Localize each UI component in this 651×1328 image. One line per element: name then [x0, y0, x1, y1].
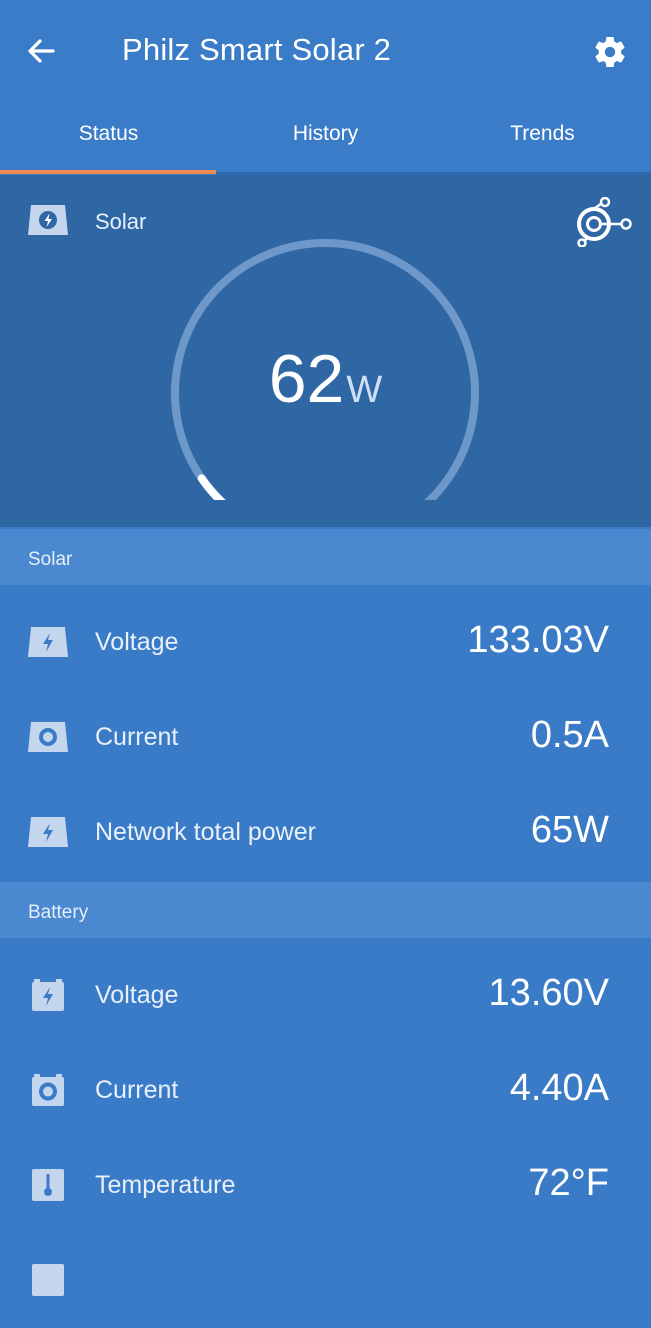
list-item-solar-current: Current 0.5A — [0, 690, 651, 785]
row-value: 65W — [530, 809, 609, 851]
solar-current-icon — [28, 722, 68, 752]
gauge-label: Solar — [95, 209, 147, 234]
row-value: 13.60V — [488, 972, 609, 1014]
section-header-battery: Battery — [0, 882, 651, 938]
battery-bolt-icon — [32, 979, 64, 1011]
section-title: Solar — [28, 549, 73, 570]
row-label: Voltage — [95, 981, 179, 1009]
gear-icon — [595, 37, 625, 68]
gauge-unit: W — [346, 369, 383, 411]
row-label: Network total power — [95, 818, 316, 846]
arrow-left-icon — [28, 39, 55, 63]
tab-history[interactable]: History — [217, 100, 434, 172]
tab-trends[interactable]: Trends — [434, 100, 651, 172]
thermometer-icon — [32, 1169, 64, 1201]
active-tab-indicator — [0, 170, 216, 174]
tab-status[interactable]: Status — [0, 100, 217, 172]
list-item-battery-voltage: Voltage 13.60V — [0, 948, 651, 1043]
solar-bolt-icon — [28, 627, 68, 657]
gauge-readout: 62W — [0, 340, 651, 418]
list-item-battery-current: Current 4.40A — [0, 1043, 651, 1138]
gauge-fill — [197, 474, 226, 500]
row-value: 0.5A — [530, 714, 609, 756]
list-item-solar-network-power: Network total power 65W — [0, 785, 651, 880]
row-value: 133.03V — [467, 619, 609, 661]
gauge-value: 62 — [268, 341, 345, 417]
row-label: Current — [95, 723, 179, 751]
network-icon[interactable] — [572, 197, 634, 247]
solar-panel-icon — [28, 205, 68, 235]
state-icon — [32, 1264, 64, 1296]
page-title: Philz Smart Solar 2 — [122, 32, 392, 67]
settings-button[interactable] — [588, 30, 632, 74]
list-item-solar-voltage: Voltage 133.03V — [0, 595, 651, 690]
row-label: Current — [95, 1076, 179, 1104]
battery-current-icon — [32, 1074, 64, 1106]
app-bar: Philz Smart Solar 2 Status History Trend… — [0, 0, 651, 175]
section-header-solar: Solar — [0, 529, 651, 585]
section-title: Battery — [28, 902, 89, 923]
solar-bolt-icon — [28, 817, 68, 847]
tab-bar: Status History Trends — [0, 100, 651, 172]
solar-gauge-panel: Solar 62W — [0, 175, 651, 527]
row-value: 72°F — [528, 1162, 609, 1204]
row-value: 4.40A — [509, 1067, 609, 1109]
row-label: Voltage — [95, 628, 179, 656]
back-button[interactable] — [20, 30, 62, 72]
row-label: Temperature — [95, 1171, 236, 1199]
list-item-battery-temperature: Temperature 72°F — [0, 1138, 651, 1233]
list-item-partial — [0, 1233, 651, 1328]
